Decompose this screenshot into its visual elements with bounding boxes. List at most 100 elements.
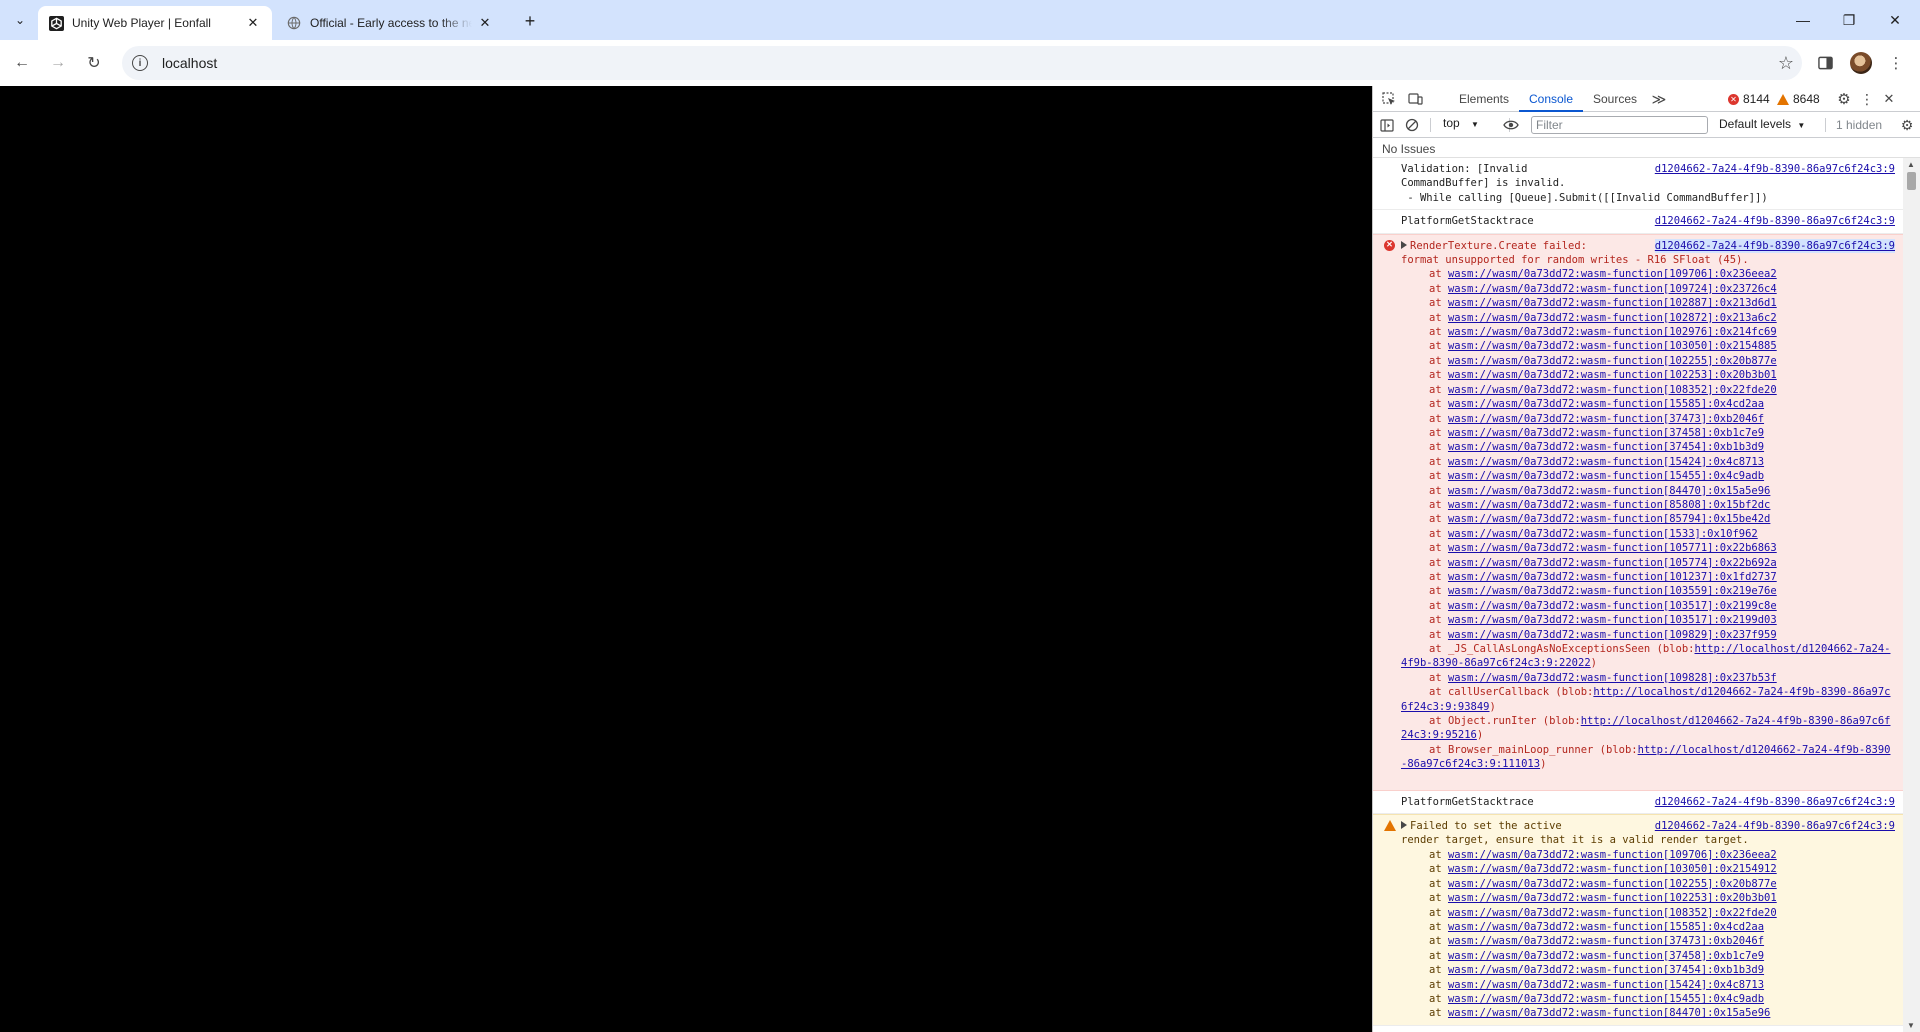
tab-strip: ⌄ Unity Web Player | Eonfall ✕ Official … <box>0 0 1920 40</box>
console-warning-message[interactable]: d1204662-7a24-4f9b-8390-86a97c6f24c3:9 F… <box>1373 814 1903 1026</box>
frame-prefix: at <box>1429 498 1442 511</box>
frame-link[interactable]: wasm://wasm/0a73dd72:wasm-function[85794… <box>1448 513 1770 525</box>
frame-link[interactable]: wasm://wasm/0a73dd72:wasm-function[10305… <box>1448 340 1777 352</box>
frame-link[interactable]: wasm://wasm/0a73dd72:wasm-function[10225… <box>1448 369 1777 381</box>
frame-link[interactable]: wasm://wasm/0a73dd72:wasm-function[10982… <box>1448 672 1777 684</box>
browser-menu-kebab-icon[interactable]: ⋮ <box>1884 52 1908 74</box>
frame-link[interactable]: wasm://wasm/0a73dd72:wasm-function[37458… <box>1448 427 1764 439</box>
console-filter-input[interactable] <box>1531 116 1708 134</box>
frame-link[interactable]: wasm://wasm/0a73dd72:wasm-function[10123… <box>1448 571 1777 583</box>
tab-search-chevron-icon[interactable]: ⌄ <box>6 8 34 32</box>
address-bar[interactable]: i localhost ☆ <box>122 46 1802 80</box>
frame-link[interactable]: wasm://wasm/0a73dd72:wasm-function[15455… <box>1448 470 1764 482</box>
log-levels-select[interactable]: Default levels ▼ <box>1719 117 1805 131</box>
scroll-up-arrow-icon[interactable]: ▲ <box>1907 160 1915 169</box>
frame-link[interactable]: wasm://wasm/0a73dd72:wasm-function[10970… <box>1448 268 1777 280</box>
frame-link[interactable]: wasm://wasm/0a73dd72:wasm-function[10972… <box>1448 283 1777 295</box>
devtools-close-icon[interactable]: ✕ <box>1880 90 1898 108</box>
devtools-menu-kebab-icon[interactable]: ⋮ <box>1858 90 1876 108</box>
settings-gear-icon[interactable]: ⚙ <box>1835 90 1853 108</box>
message-source-link[interactable]: d1204662-7a24-4f9b-8390-86a97c6f24c3:9 <box>1655 214 1895 228</box>
side-panel-icon[interactable] <box>1813 52 1837 74</box>
console-settings-gear-icon[interactable]: ⚙ <box>1898 116 1916 134</box>
frame-prefix: at <box>1429 412 1442 425</box>
frame-link[interactable]: wasm://wasm/0a73dd72:wasm-function[84470… <box>1448 485 1770 497</box>
stack-frame: at wasm://wasm/0a73dd72:wasm-function[15… <box>1401 527 1895 541</box>
unity-canvas[interactable] <box>0 86 1372 1032</box>
frame-link[interactable]: wasm://wasm/0a73dd72:wasm-function[15585… <box>1448 921 1764 933</box>
frame-link[interactable]: wasm://wasm/0a73dd72:wasm-function[10351… <box>1448 614 1777 626</box>
bookmark-star-icon[interactable]: ☆ <box>1778 53 1794 74</box>
tab-close-icon[interactable]: ✕ <box>476 14 494 32</box>
frame-link[interactable]: wasm://wasm/0a73dd72:wasm-function[37458… <box>1448 950 1764 962</box>
frame-link[interactable]: wasm://wasm/0a73dd72:wasm-function[10577… <box>1448 542 1777 554</box>
frame-link[interactable]: wasm://wasm/0a73dd72:wasm-function[10225… <box>1448 878 1777 890</box>
frame-prefix: at <box>1429 282 1442 295</box>
message-source-link[interactable]: d1204662-7a24-4f9b-8390-86a97c6f24c3:9 <box>1654 238 1895 254</box>
scroll-down-arrow-icon[interactable]: ▼ <box>1907 1021 1915 1030</box>
tab-unity-web-player[interactable]: Unity Web Player | Eonfall ✕ <box>38 6 272 40</box>
expand-triangle-icon[interactable] <box>1401 821 1407 830</box>
device-toolbar-icon[interactable] <box>1406 90 1424 108</box>
frame-link[interactable]: wasm://wasm/0a73dd72:wasm-function[15424… <box>1448 456 1764 468</box>
frame-link[interactable]: wasm://wasm/0a73dd72:wasm-function[10835… <box>1448 384 1777 396</box>
frame-link[interactable]: wasm://wasm/0a73dd72:wasm-function[37454… <box>1448 964 1764 976</box>
scroll-thumb[interactable] <box>1907 172 1916 190</box>
tab-official-early-access[interactable]: Official - Early access to the new ✕ <box>276 6 504 40</box>
tab-sources[interactable]: Sources <box>1583 86 1647 112</box>
frame-link[interactable]: wasm://wasm/0a73dd72:wasm-function[37473… <box>1448 413 1764 425</box>
clear-console-icon[interactable] <box>1403 116 1421 134</box>
profile-avatar[interactable] <box>1850 52 1872 74</box>
frame-link[interactable]: wasm://wasm/0a73dd72:wasm-function[10351… <box>1448 600 1777 612</box>
new-tab-plus-icon[interactable]: + <box>518 9 542 33</box>
console-message: d1204662-7a24-4f9b-8390-86a97c6f24c3:9 P… <box>1373 210 1903 234</box>
tab-close-icon[interactable]: ✕ <box>244 14 262 32</box>
more-tabs-chevron-icon[interactable]: ≫ <box>1650 90 1668 108</box>
reload-icon[interactable]: ↻ <box>80 50 108 76</box>
frame-prefix: at <box>1429 470 1442 483</box>
live-expression-eye-icon[interactable] <box>1502 116 1520 134</box>
issues-bar[interactable]: No Issues <box>1373 138 1920 158</box>
frame-link[interactable]: wasm://wasm/0a73dd72:wasm-function[10225… <box>1448 355 1777 367</box>
frame-link[interactable]: wasm://wasm/0a73dd72:wasm-function[10288… <box>1448 297 1777 309</box>
frame-link[interactable]: wasm://wasm/0a73dd72:wasm-function[15424… <box>1448 979 1764 991</box>
console-filter-bar: top ▼ Default levels ▼ 1 hidden ⚙ <box>1373 112 1920 138</box>
frame-link[interactable]: wasm://wasm/0a73dd72:wasm-function[1533]… <box>1448 528 1758 540</box>
tab-console[interactable]: Console <box>1519 86 1583 112</box>
console-scrollbar[interactable]: ▲ ▼ <box>1903 158 1920 1032</box>
message-source-link[interactable]: d1204662-7a24-4f9b-8390-86a97c6f24c3:9 <box>1655 162 1895 176</box>
frame-link[interactable]: wasm://wasm/0a73dd72:wasm-function[84470… <box>1448 1007 1770 1019</box>
frame-link[interactable]: wasm://wasm/0a73dd72:wasm-function[37454… <box>1448 441 1764 453</box>
window-close-icon[interactable]: ✕ <box>1872 6 1918 34</box>
tab-elements[interactable]: Elements <box>1449 86 1519 112</box>
expand-triangle-icon[interactable] <box>1401 240 1407 249</box>
restore-icon[interactable]: ❐ <box>1826 6 1872 34</box>
warning-count-badge[interactable]: 8648 <box>1777 92 1820 106</box>
site-info-icon[interactable]: i <box>132 55 148 71</box>
error-count-badge[interactable]: ✕ 8144 <box>1728 92 1770 106</box>
frame-link[interactable]: wasm://wasm/0a73dd72:wasm-function[37473… <box>1448 935 1764 947</box>
frame-link[interactable]: wasm://wasm/0a73dd72:wasm-function[10287… <box>1448 312 1777 324</box>
back-arrow-icon[interactable]: ← <box>8 50 36 76</box>
message-source-link[interactable]: d1204662-7a24-4f9b-8390-86a97c6f24c3:9 <box>1655 795 1895 809</box>
context-select[interactable]: top ▼ <box>1443 116 1479 130</box>
frame-link[interactable]: wasm://wasm/0a73dd72:wasm-function[10297… <box>1448 326 1777 338</box>
frame-link[interactable]: wasm://wasm/0a73dd72:wasm-function[10305… <box>1448 863 1777 875</box>
frame-link[interactable]: wasm://wasm/0a73dd72:wasm-function[15455… <box>1448 993 1764 1005</box>
minimize-icon[interactable]: — <box>1780 6 1826 34</box>
forward-arrow-icon[interactable]: → <box>44 50 72 76</box>
frame-link[interactable]: wasm://wasm/0a73dd72:wasm-function[10970… <box>1448 849 1777 861</box>
frame-link[interactable]: wasm://wasm/0a73dd72:wasm-function[15585… <box>1448 398 1764 410</box>
message-source-link[interactable]: d1204662-7a24-4f9b-8390-86a97c6f24c3:9 <box>1655 819 1895 833</box>
frame-link[interactable]: wasm://wasm/0a73dd72:wasm-function[85808… <box>1448 499 1770 511</box>
frame-link[interactable]: wasm://wasm/0a73dd72:wasm-function[10355… <box>1448 585 1777 597</box>
frame-link[interactable]: wasm://wasm/0a73dd72:wasm-function[10577… <box>1448 557 1777 569</box>
frame-link[interactable]: wasm://wasm/0a73dd72:wasm-function[10982… <box>1448 629 1777 641</box>
frame-link[interactable]: wasm://wasm/0a73dd72:wasm-function[10835… <box>1448 907 1777 919</box>
sidebar-toggle-icon[interactable] <box>1378 116 1396 134</box>
frame-link[interactable]: wasm://wasm/0a73dd72:wasm-function[10225… <box>1448 892 1777 904</box>
console-error-message[interactable]: ✕ d1204662-7a24-4f9b-8390-86a97c6f24c3:9… <box>1373 233 1903 791</box>
devtools-panel: Elements Console Sources ≫ ✕ 8144 8648 ⚙… <box>1373 86 1920 1032</box>
address-url[interactable]: localhost <box>162 55 217 71</box>
inspect-element-icon[interactable] <box>1380 90 1398 108</box>
